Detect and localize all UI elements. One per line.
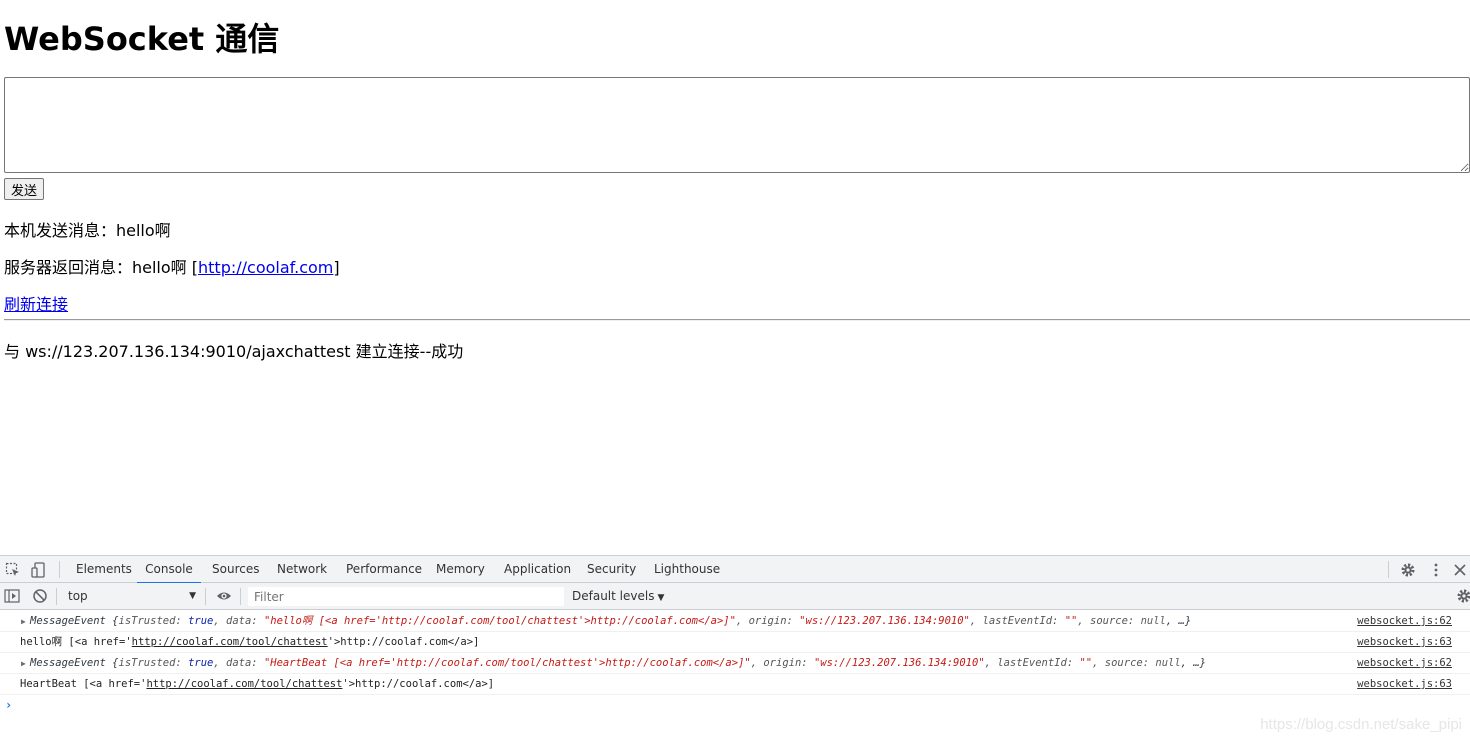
sidebar-toggle-icon[interactable] bbox=[4, 588, 20, 604]
tab-application[interactable]: Application bbox=[504, 556, 571, 583]
devtools-tabbar: Elements Console Sources Network Perform… bbox=[0, 556, 1470, 584]
tab-lighthouse[interactable]: Lighthouse bbox=[654, 556, 720, 583]
log-url-link[interactable]: http://coolaf.com/tool/chattest bbox=[146, 678, 342, 690]
refresh-connection-link[interactable]: 刷新连接 bbox=[4, 295, 68, 314]
chevron-down-icon: ▼ bbox=[189, 591, 196, 601]
tab-security[interactable]: Security bbox=[587, 556, 636, 583]
tab-performance[interactable]: Performance bbox=[346, 556, 422, 583]
connection-status: 与 ws://123.207.136.134:9010/ajaxchattest… bbox=[4, 342, 464, 361]
context-selector[interactable]: top ▼ bbox=[60, 587, 200, 606]
tabbar-separator bbox=[59, 561, 60, 578]
console-log-row[interactable]: ▶ MessageEvent {isTrusted: true, data: "… bbox=[0, 611, 1470, 632]
console-prompt[interactable]: › bbox=[0, 695, 1470, 715]
log-levels-dropdown[interactable]: Default levels ▼ bbox=[572, 583, 664, 610]
log-url-link[interactable]: http://coolaf.com/tool/chattest bbox=[132, 636, 328, 648]
console-log-area: ▶ MessageEvent {isTrusted: true, data: "… bbox=[0, 611, 1470, 715]
close-icon[interactable] bbox=[1452, 562, 1468, 578]
log-source-link[interactable]: websocket.js:63 bbox=[1357, 632, 1452, 653]
log-levels-label: Default levels bbox=[572, 589, 655, 603]
console-settings-icon[interactable] bbox=[1456, 588, 1470, 604]
toolbar-separator bbox=[56, 588, 57, 605]
tab-console[interactable]: Console bbox=[137, 556, 201, 584]
server-message-link[interactable]: http://coolaf.com bbox=[198, 258, 333, 277]
refresh-line: 刷新连接 bbox=[4, 291, 68, 315]
tab-elements[interactable]: Elements bbox=[76, 556, 132, 583]
tab-network[interactable]: Network bbox=[277, 556, 327, 583]
message-textarea[interactable] bbox=[4, 77, 1470, 173]
local-message: 本机发送消息：hello啊 bbox=[4, 221, 171, 240]
device-toolbar-icon[interactable] bbox=[31, 562, 47, 578]
console-log-row: HeartBeat [<a href='http://coolaf.com/to… bbox=[0, 674, 1470, 695]
page-content: WebSocket 通信 发送 本机发送消息：hello啊 服务器返回消息：he… bbox=[0, 0, 1470, 555]
log-source-link[interactable]: websocket.js:62 bbox=[1357, 653, 1452, 674]
console-toolbar: top ▼ Default levels▼ bbox=[0, 583, 1470, 610]
server-message-suffix: ] bbox=[333, 258, 340, 277]
tabbar-separator-right bbox=[1388, 561, 1389, 578]
prompt-caret-icon: › bbox=[5, 698, 13, 712]
toolbar-separator-2 bbox=[205, 588, 206, 605]
eye-icon[interactable] bbox=[216, 588, 232, 604]
divider bbox=[4, 319, 1470, 321]
settings-gear-icon[interactable] bbox=[1400, 562, 1416, 578]
console-filter-input[interactable] bbox=[248, 587, 564, 606]
log-source-link[interactable]: websocket.js:63 bbox=[1357, 674, 1452, 695]
console-log-row: hello啊 [<a href='http://coolaf.com/tool/… bbox=[0, 632, 1470, 653]
log-message: HeartBeat [<a href='http://coolaf.com/to… bbox=[20, 678, 495, 690]
console-log-row[interactable]: ▶ MessageEvent {isTrusted: true, data: "… bbox=[0, 653, 1470, 674]
more-vertical-icon[interactable] bbox=[1428, 562, 1444, 578]
watermark: https://blog.csdn.net/sake_pipi bbox=[1260, 716, 1462, 733]
tab-sources[interactable]: Sources bbox=[212, 556, 259, 583]
server-message-text: 服务器返回消息：hello啊 [ bbox=[4, 258, 198, 277]
log-source-link[interactable]: websocket.js:62 bbox=[1357, 611, 1452, 632]
server-message: 服务器返回消息：hello啊 [http://coolaf.com] bbox=[4, 254, 340, 278]
send-button[interactable]: 发送 bbox=[4, 178, 45, 200]
devtools-panel: Elements Console Sources Network Perform… bbox=[0, 555, 1470, 741]
context-value: top bbox=[68, 589, 88, 603]
log-message: MessageEvent {isTrusted: true, data: "He… bbox=[30, 657, 1206, 669]
expand-triangle-icon[interactable]: ▶ bbox=[21, 653, 26, 674]
expand-triangle-icon[interactable]: ▶ bbox=[21, 611, 26, 632]
inspect-element-icon[interactable] bbox=[5, 562, 21, 578]
page-title: WebSocket 通信 bbox=[4, 20, 280, 58]
clear-console-icon[interactable] bbox=[32, 588, 48, 604]
tab-memory[interactable]: Memory bbox=[436, 556, 485, 583]
levels-chevron-icon: ▼ bbox=[657, 593, 665, 603]
log-message: hello啊 [<a href='http://coolaf.com/tool/… bbox=[20, 636, 480, 648]
log-message: MessageEvent {isTrusted: true, data: "he… bbox=[30, 615, 1192, 627]
toolbar-separator-3 bbox=[240, 588, 241, 605]
